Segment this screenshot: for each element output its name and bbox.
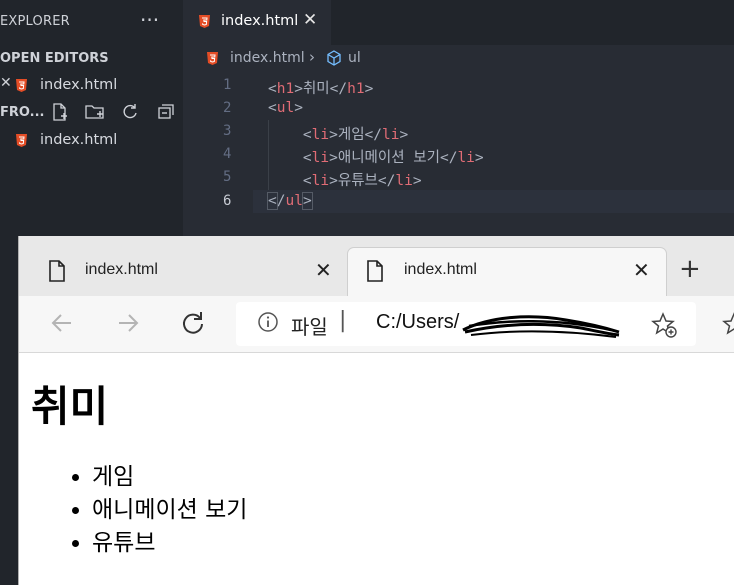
address-bar[interactable]: 파일 | C:/Users/ <box>236 302 696 346</box>
tree-filename: index.html <box>40 132 118 148</box>
browser-tab-active[interactable]: index.html ✕ <box>348 248 666 296</box>
browser-tab-strip: index.html ✕ index.html ✕ + <box>19 236 734 296</box>
chevron-right-icon: › <box>309 48 315 66</box>
reload-icon[interactable] <box>180 310 206 336</box>
collapse-all-icon[interactable] <box>156 102 176 122</box>
code-line[interactable]: <ul> <box>268 100 303 123</box>
editor-tab-bar: index.html ✕ <box>183 0 734 45</box>
browser-toolbar: 파일 | C:/Users/ <box>19 296 734 353</box>
explorer-title: EXPLORER <box>0 14 70 29</box>
open-editors-section[interactable]: OPEN EDITORS <box>0 46 183 71</box>
folder-section[interactable]: FRO... <box>0 100 183 126</box>
page-heading: 취미 <box>31 382 109 431</box>
redaction-scribble <box>462 315 620 338</box>
hobby-list: 게임 애니메이션 보기 유튜브 <box>52 461 247 560</box>
back-arrow-icon[interactable] <box>49 310 75 336</box>
symbol-structure-icon <box>327 50 341 66</box>
editor-tab-index[interactable]: index.html ✕ <box>183 0 331 45</box>
close-editor-icon[interactable]: ✕ <box>0 75 12 91</box>
document-icon <box>367 260 383 282</box>
code-editor-window: EXPLORER ··· OPEN EDITORS ✕ index.html F… <box>0 0 734 236</box>
line-number: 6 <box>223 193 232 209</box>
more-actions-icon[interactable]: ··· <box>140 8 159 32</box>
current-line-highlight <box>253 190 734 213</box>
list-item: 유튜브 <box>92 527 247 560</box>
code-line[interactable]: <li>게임</li> <box>268 123 408 146</box>
add-favorite-icon[interactable] <box>650 311 678 339</box>
new-tab-icon[interactable]: + <box>679 254 701 284</box>
html-file-icon <box>16 134 27 147</box>
browser-window: index.html ✕ index.html ✕ + 파일 | C:/User… <box>18 236 734 585</box>
code-line[interactable]: <li>애니메이션 보기</li> <box>268 146 484 169</box>
html-file-icon <box>207 52 218 65</box>
close-icon[interactable]: ✕ <box>315 258 332 282</box>
breadcrumb: index.html › ul <box>183 45 734 72</box>
browser-tab-title: index.html <box>85 261 158 278</box>
code-line[interactable]: <h1>취미</h1> <box>268 77 373 100</box>
document-icon <box>49 260 65 282</box>
web-page-content: 취미 게임 애니메이션 보기 유튜브 <box>19 353 734 585</box>
favorites-star-icon[interactable] <box>721 312 734 336</box>
html-file-icon <box>199 15 210 28</box>
line-number: 2 <box>223 100 232 116</box>
refresh-icon[interactable] <box>120 102 140 122</box>
line-number: 1 <box>223 77 232 93</box>
tree-file-item[interactable]: index.html <box>0 128 183 154</box>
address-url[interactable]: C:/Users/ <box>376 311 459 334</box>
new-file-icon[interactable] <box>50 102 70 122</box>
explorer-sidebar: EXPLORER ··· OPEN EDITORS ✕ index.html F… <box>0 0 183 236</box>
browser-tab-inactive[interactable]: index.html ✕ <box>19 248 346 296</box>
code-line[interactable]: </ul> <box>267 192 313 216</box>
explorer-header: EXPLORER ··· <box>0 0 183 44</box>
list-item: 게임 <box>92 461 247 494</box>
open-editors-label: OPEN EDITORS <box>0 51 109 66</box>
forward-arrow-icon[interactable] <box>115 310 141 336</box>
code-line[interactable]: <li>유튜브</li> <box>268 169 422 192</box>
address-divider: | <box>339 308 347 333</box>
open-editor-item[interactable]: ✕ index.html <box>0 73 183 99</box>
folder-label: FRO... <box>0 105 45 120</box>
browser-tab-title: index.html <box>404 261 477 278</box>
list-item: 애니메이션 보기 <box>92 494 247 527</box>
editor-tab-title: index.html <box>221 13 299 29</box>
html-file-icon <box>16 79 27 92</box>
breadcrumb-file[interactable]: index.html <box>230 50 305 66</box>
address-scheme-label: 파일 <box>291 315 328 339</box>
folder-toolbar <box>50 102 180 124</box>
new-folder-icon[interactable] <box>84 102 106 122</box>
close-icon[interactable]: ✕ <box>303 10 317 30</box>
open-editor-filename: index.html <box>40 77 118 93</box>
line-number: 3 <box>223 123 232 139</box>
line-number: 4 <box>223 146 232 162</box>
line-number: 5 <box>223 169 232 185</box>
breadcrumb-symbol[interactable]: ul <box>348 50 361 66</box>
close-icon[interactable]: ✕ <box>633 258 650 282</box>
info-icon[interactable] <box>258 312 278 332</box>
